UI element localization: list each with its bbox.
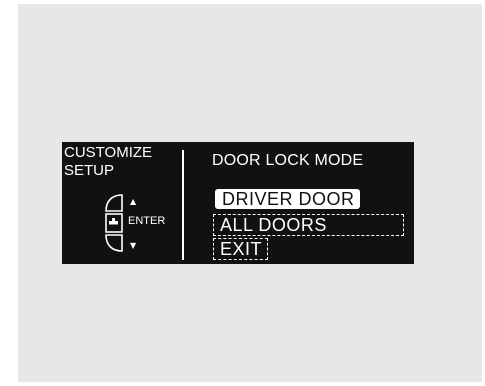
setup-title: SETUP	[64, 162, 115, 179]
up-arrow-icon: ▲	[130, 197, 137, 206]
selector-knob-icon[interactable]	[102, 191, 126, 255]
manual-illustration-frame: CUSTOMIZE SETUP ▲ ENTER ▼ DOOR LOCK MODE…	[18, 4, 482, 382]
customize-title: CUSTOMIZE	[64, 144, 153, 161]
option-driver-door[interactable]: DRIVER DOOR	[215, 189, 360, 209]
menu-heading: DOOR LOCK MODE	[212, 152, 364, 169]
control-panel: CUSTOMIZE SETUP ▲ ENTER ▼	[62, 142, 182, 264]
dashboard-display: CUSTOMIZE SETUP ▲ ENTER ▼ DOOR LOCK MODE…	[62, 142, 414, 264]
panel-divider	[182, 150, 184, 260]
option-all-doors[interactable]: ALL DOORS	[213, 214, 404, 236]
option-exit[interactable]: EXIT	[213, 238, 269, 260]
down-arrow-icon: ▼	[130, 241, 137, 250]
enter-label: ENTER	[128, 215, 166, 227]
